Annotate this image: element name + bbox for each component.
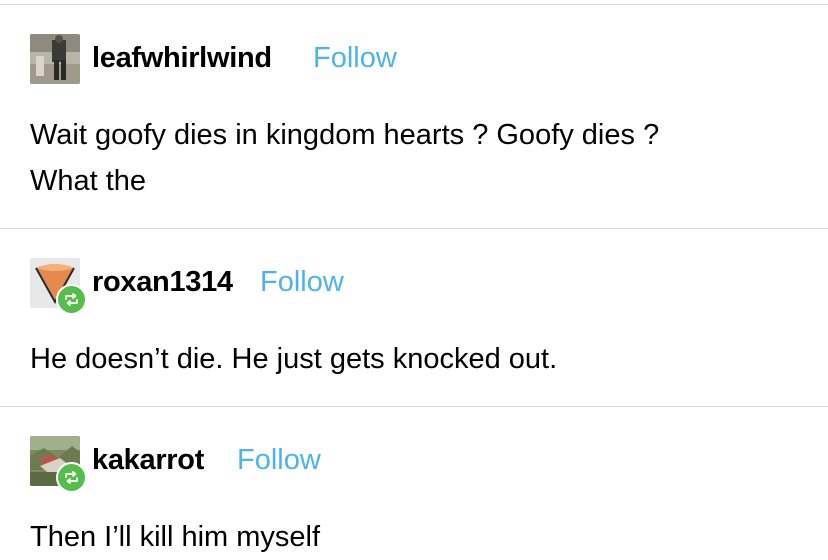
username[interactable]: roxan1314 <box>92 266 233 299</box>
post-header: leafwhirlwind Follow <box>30 34 808 84</box>
post-header: kakarrot Follow <box>30 436 808 493</box>
top-divider <box>0 4 828 5</box>
post-divider <box>0 406 828 407</box>
reblog-icon <box>65 293 78 306</box>
follow-button[interactable]: Follow <box>313 42 397 75</box>
post-divider <box>0 228 828 229</box>
username[interactable]: leafwhirlwind <box>92 42 272 75</box>
reblog-icon <box>65 471 78 484</box>
follow-button[interactable]: Follow <box>260 266 344 299</box>
reblog-badge <box>56 284 87 315</box>
avatar[interactable] <box>30 258 87 315</box>
post-header: roxan1314 Follow <box>30 258 808 315</box>
avatar[interactable] <box>30 436 87 493</box>
post-body: Then I’ll kill him myself <box>30 514 808 560</box>
post-text-line: What the <box>30 165 147 197</box>
follow-button[interactable]: Follow <box>237 444 321 477</box>
post-text-line: Then I’ll kill him myself <box>30 521 321 553</box>
username[interactable]: kakarrot <box>92 444 204 477</box>
post-body: He doesn’t die. He just gets knocked out… <box>30 336 808 382</box>
post-leafwhirlwind: leafwhirlwind Follow Wait goofy dies in … <box>30 34 808 204</box>
post-roxan1314: roxan1314 Follow He doesn’t die. He just… <box>30 258 808 382</box>
avatar[interactable] <box>30 34 80 84</box>
post-text-line: He doesn’t die. He just gets knocked out… <box>30 343 558 375</box>
post-body: Wait goofy dies in kingdom hearts ? Goof… <box>30 112 808 204</box>
post-text-line: Wait goofy dies in kingdom hearts ? Goof… <box>30 119 660 151</box>
reblog-badge <box>56 462 87 493</box>
person-walking-photo <box>30 34 80 84</box>
post-kakarrot: kakarrot Follow Then I’ll kill him mysel… <box>30 436 808 560</box>
